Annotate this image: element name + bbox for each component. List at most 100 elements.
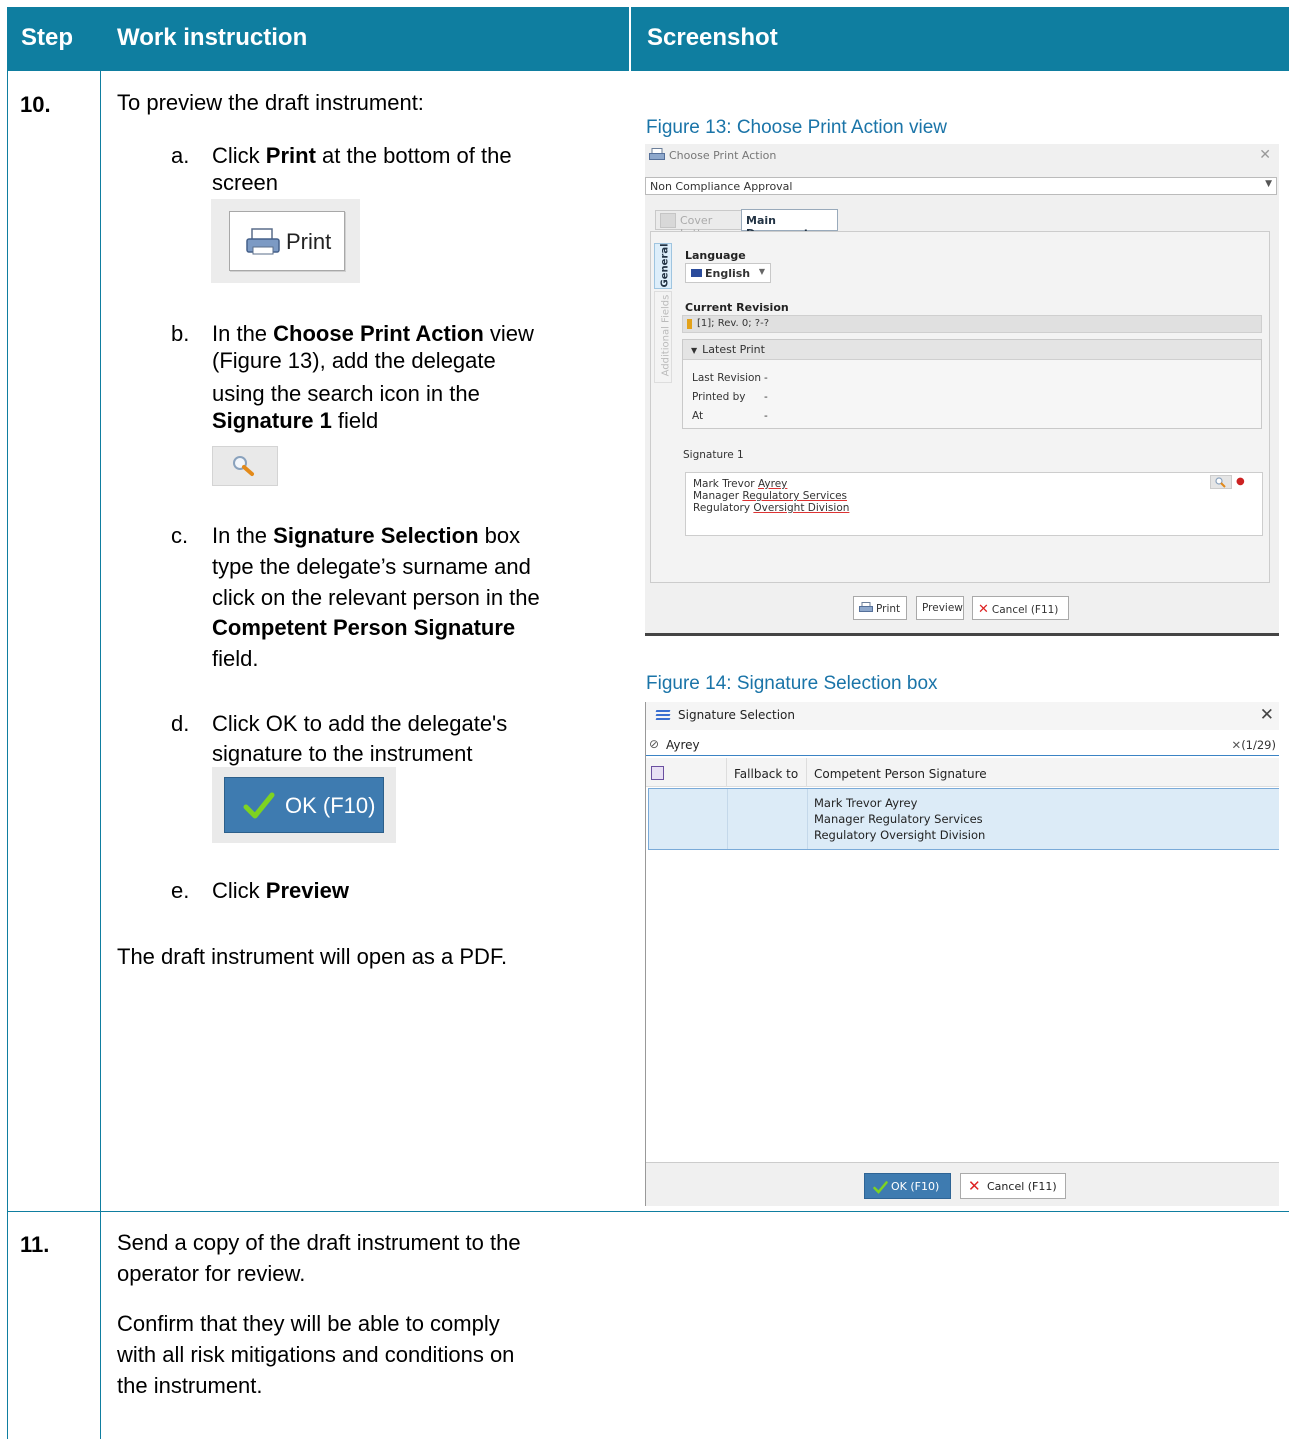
- table-header: Step Work instruction Screenshot: [7, 7, 1289, 71]
- search-input[interactable]: ⊘ Ayrey ✕(1/29): [646, 736, 1279, 756]
- filter-icon: ⊘: [649, 737, 660, 751]
- print-button[interactable]: Print: [853, 596, 907, 620]
- language-select[interactable]: English ▼: [685, 263, 771, 283]
- window-title: Signature Selection: [678, 708, 796, 722]
- row-divider: [7, 1211, 1289, 1212]
- substep-b-line3: using the search icon in the: [212, 381, 480, 406]
- language-label: Language: [685, 249, 746, 262]
- vtab-additional-label: Additional Fields: [660, 294, 672, 377]
- vtab-general[interactable]: General: [654, 243, 672, 289]
- header-step: Step: [21, 24, 74, 51]
- step11-p1-line2: operator for review.: [117, 1261, 306, 1286]
- choose-print-action-window: Choose Print Action ✕ Non Compliance App…: [645, 144, 1279, 636]
- cancel-button-label: Cancel (F11): [987, 1180, 1057, 1193]
- signature-selection-window: Signature Selection ✕ ⊘ Ayrey ✕(1/29) Fa…: [645, 702, 1279, 1206]
- column-fallback-to[interactable]: Fallback to: [734, 767, 798, 781]
- preview-button[interactable]: Preview: [916, 596, 964, 620]
- column-divider: [726, 758, 727, 787]
- search-icon-image: [212, 446, 278, 486]
- cancel-button-label: Cancel (F11): [991, 604, 1059, 616]
- table-row[interactable]: Mark Trevor Ayrey Manager Regulatory Ser…: [648, 788, 1279, 850]
- vtab-additional-fields[interactable]: Additional Fields: [654, 291, 672, 383]
- signature-cell: Mark Trevor Ayrey Manager Regulatory Ser…: [814, 795, 985, 843]
- latest-print-title: Latest Print: [702, 343, 765, 356]
- substep-d-line1: Click OK to add the delegate's: [212, 711, 508, 736]
- step11-p2-line1: Confirm that they will be able to comply: [117, 1311, 500, 1336]
- latest-print-header[interactable]: ▼ Latest Print: [683, 340, 1261, 360]
- signature-title: Manager Regulatory Services: [814, 812, 983, 826]
- printed-by-value: -: [764, 391, 768, 403]
- substep-e-text: Click Preview: [212, 878, 349, 903]
- header-separator: [629, 7, 631, 71]
- language-value: English: [705, 267, 751, 280]
- search-icon[interactable]: [1210, 475, 1232, 489]
- expand-toggle-icon: ▼: [691, 346, 698, 355]
- header-work-instruction: Work instruction: [117, 24, 308, 51]
- cancel-button[interactable]: ✕ Cancel (F11): [972, 596, 1069, 620]
- at-value: -: [764, 410, 768, 422]
- substep-c-line3: click on the relevant person in the: [212, 585, 540, 610]
- substep-c-line5: field.: [212, 646, 259, 671]
- ok-button[interactable]: OK (F10): [864, 1173, 951, 1199]
- checkmark-icon: [243, 792, 275, 819]
- table-left-border: [7, 71, 8, 1439]
- step11-p2-line2: with all risk mitigations and conditions…: [117, 1342, 515, 1367]
- substep-d-line2: signature to the instrument: [212, 741, 473, 766]
- printer-icon: [859, 602, 873, 612]
- table-step-column-border: [100, 71, 101, 1439]
- close-icon[interactable]: ✕: [1260, 705, 1274, 725]
- signature1-label: Signature 1: [683, 449, 744, 461]
- latest-print-group: ▼ Latest Print Last Revision - Printed by -…: [682, 339, 1262, 429]
- print-button-label: Print: [286, 229, 332, 254]
- close-icon: ✕: [968, 1177, 981, 1195]
- printed-by-label: Printed by: [692, 391, 746, 403]
- step-number-10: 10.: [20, 92, 51, 117]
- search-icon: [233, 456, 254, 476]
- dialog-footer: OK (F10) ✕ Cancel (F11): [646, 1162, 1279, 1206]
- search-result-count: ✕(1/29): [1231, 738, 1276, 752]
- substep-b-letter: b.: [171, 321, 190, 346]
- substep-a-text: Click Print at the bottom of the: [212, 143, 512, 168]
- current-revision-label: Current Revision: [685, 301, 789, 314]
- current-revision-value: [1]; Rev. 0; ?-?: [697, 318, 769, 329]
- substep-a-text-line2: screen: [212, 170, 279, 195]
- figure13-caption: Figure 13: Choose Print Action view: [646, 117, 947, 138]
- cancel-button[interactable]: ✕ Cancel (F11): [960, 1173, 1066, 1199]
- remove-icon[interactable]: ●: [1236, 476, 1250, 488]
- button-bar: Print Preview ✕ Cancel (F11): [645, 584, 1279, 636]
- signature-name: Mark Trevor Ayrey: [814, 796, 918, 810]
- substep-b-line1: In the Choose Print Action view: [212, 321, 534, 346]
- print-action-dropdown[interactable]: Non Compliance Approval ▼: [645, 177, 1277, 195]
- column-competent-person-signature[interactable]: Competent Person Signature: [814, 767, 987, 781]
- dropdown-value: Non Compliance Approval: [650, 180, 793, 193]
- column-divider: [727, 789, 728, 849]
- close-icon: ✕: [978, 602, 989, 617]
- header-screenshot: Screenshot: [647, 24, 778, 51]
- print-button-image: Print: [211, 199, 360, 283]
- last-revision-row: Last Revision -: [692, 372, 768, 384]
- signature-division: Regulatory Oversight Division: [693, 502, 850, 514]
- tab-main-document[interactable]: Main Document: [741, 209, 838, 240]
- close-icon[interactable]: ✕: [1259, 147, 1271, 163]
- ok-button-label: OK (F10): [285, 793, 376, 818]
- clear-icon[interactable]: ✕: [1232, 738, 1242, 752]
- at-row: At -: [692, 410, 768, 422]
- table-header-row: Fallback to Competent Person Signature: [646, 758, 1279, 787]
- vtab-general-label: General: [659, 243, 671, 288]
- tab-cover-letter[interactable]: Cover Letter: [655, 210, 743, 240]
- figure14-caption: Figure 14: Signature Selection box: [646, 673, 938, 694]
- printer-icon: [246, 228, 280, 255]
- step11-p2-line3: the instrument.: [117, 1373, 263, 1398]
- window-title: Choose Print Action: [669, 149, 777, 162]
- step11-p1-line1: Send a copy of the draft instrument to t…: [117, 1230, 521, 1255]
- at-label: At: [692, 410, 704, 422]
- printed-by-row: Printed by -: [692, 391, 768, 403]
- substep-d-letter: d.: [171, 711, 190, 736]
- checkbox-icon: [660, 213, 676, 228]
- current-revision-field: [1]; Rev. 0; ?-?: [682, 315, 1262, 333]
- last-revision-value: -: [764, 372, 768, 384]
- ok-button-image: OK (F10): [212, 767, 396, 843]
- ok-button-label: OK (F10): [891, 1180, 940, 1193]
- step10-intro: To preview the draft instrument:: [117, 90, 424, 115]
- signature-division: Regulatory Oversight Division: [814, 828, 986, 842]
